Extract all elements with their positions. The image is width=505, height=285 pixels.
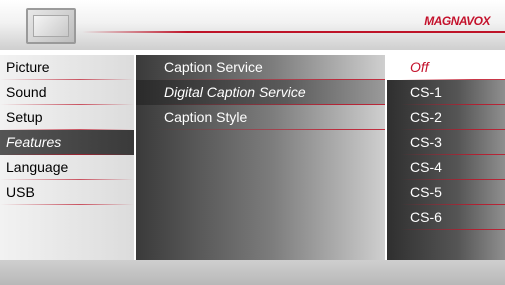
option-cs-2[interactable]: CS-2 — [387, 105, 505, 130]
submenu-item-caption-style[interactable]: Caption Style — [136, 105, 385, 130]
brand-logo: MAGNAVOX — [424, 14, 490, 28]
option-cs-5[interactable]: CS-5 — [387, 180, 505, 205]
menu-item-sound[interactable]: Sound — [0, 80, 134, 105]
option-off[interactable]: Off — [387, 55, 505, 80]
footer-bar — [0, 260, 505, 285]
submenu-item-digital-caption-service[interactable]: Digital Caption Service — [136, 80, 385, 105]
menu-item-setup[interactable]: Setup — [0, 105, 134, 130]
option-cs-3[interactable]: CS-3 — [387, 130, 505, 155]
menu-item-features[interactable]: Features — [0, 130, 134, 155]
features-submenu: Caption Service Digital Caption Service … — [136, 55, 385, 260]
header-divider — [82, 31, 505, 33]
option-cs-4[interactable]: CS-4 — [387, 155, 505, 180]
menu-item-language[interactable]: Language — [0, 155, 134, 180]
caption-options-list: Off CS-1 CS-2 CS-3 CS-4 CS-5 CS-6 — [387, 55, 505, 260]
header-bar: MAGNAVOX — [0, 0, 505, 50]
tv-screen — [33, 15, 69, 37]
option-cs-1[interactable]: CS-1 — [387, 80, 505, 105]
tv-icon — [26, 8, 76, 44]
menu-item-usb[interactable]: USB — [0, 180, 134, 205]
main-menu: Picture Sound Setup Features Language US… — [0, 55, 134, 260]
option-cs-6[interactable]: CS-6 — [387, 205, 505, 230]
submenu-item-caption-service[interactable]: Caption Service — [136, 55, 385, 80]
menu-item-picture[interactable]: Picture — [0, 55, 134, 80]
